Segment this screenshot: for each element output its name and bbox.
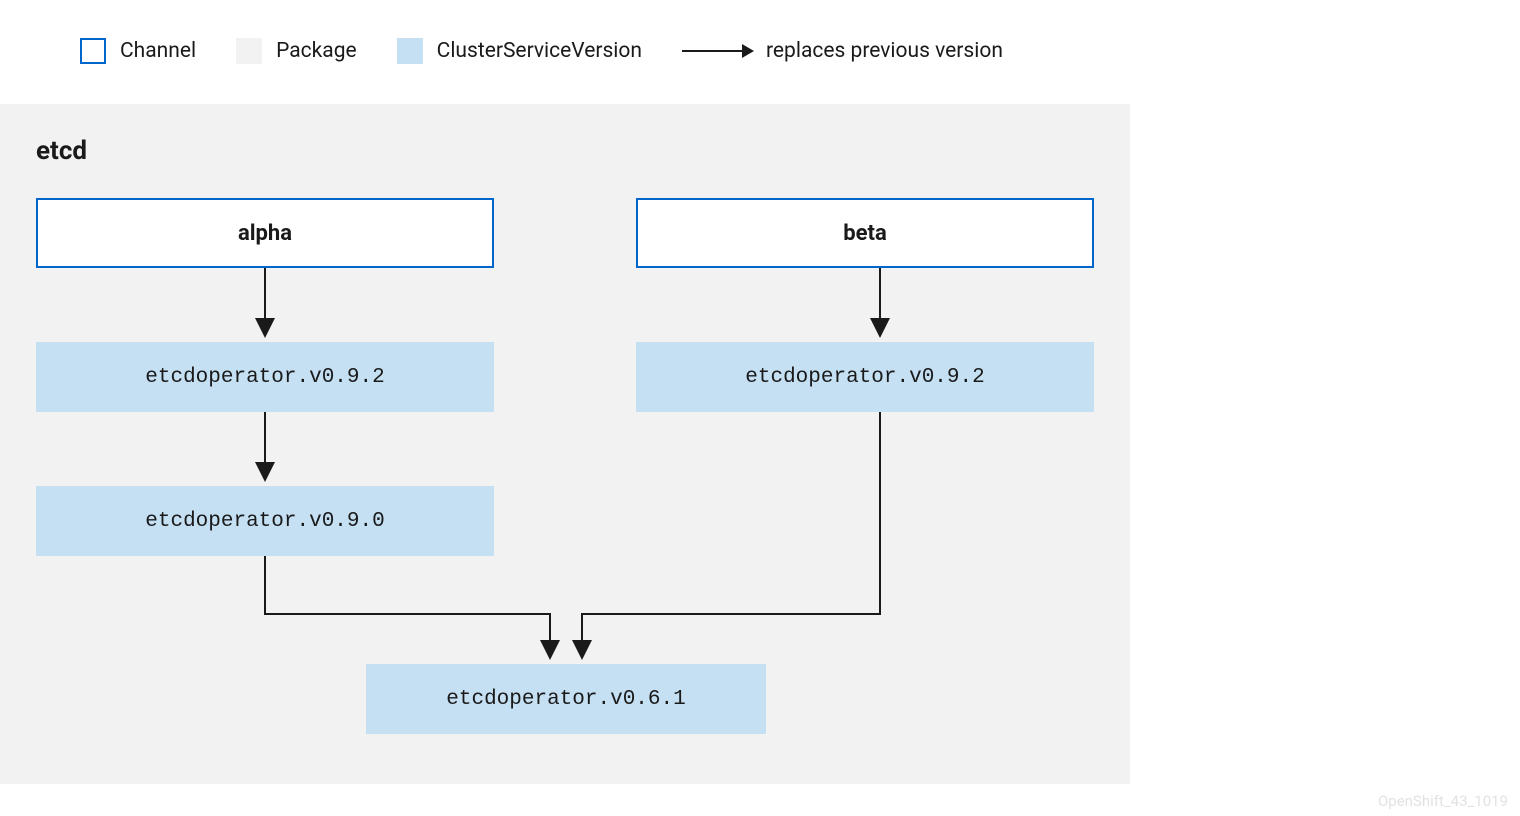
legend-label-csv: ClusterServiceVersion (437, 39, 642, 63)
watermark: OpenShift_43_1019 (1378, 792, 1508, 810)
legend-label-replaces: replaces previous version (766, 39, 1003, 63)
csv-alpha-2: etcdoperator.v0.9.0 (36, 486, 494, 556)
legend-item-replaces: replaces previous version (682, 39, 1003, 63)
channel-alpha: alpha (36, 198, 494, 268)
package-container: etcd alpha etcdoperator.v0.9.2 etcdopera… (0, 104, 1130, 784)
arrow-icon (682, 50, 752, 52)
csv-shared: etcdoperator.v0.6.1 (366, 664, 766, 734)
csv-alpha-2-label: etcdoperator.v0.9.0 (145, 510, 384, 533)
legend-item-csv: ClusterServiceVersion (397, 38, 642, 64)
channel-alpha-label: alpha (238, 221, 292, 246)
legend-item-package: Package (236, 38, 357, 64)
legend: Channel Package ClusterServiceVersion re… (0, 0, 1520, 64)
csv-alpha-1: etcdoperator.v0.9.2 (36, 342, 494, 412)
csv-shared-label: etcdoperator.v0.6.1 (446, 688, 685, 711)
channel-swatch (80, 38, 106, 64)
package-swatch (236, 38, 262, 64)
legend-item-channel: Channel (80, 38, 196, 64)
legend-label-channel: Channel (120, 39, 196, 63)
csv-alpha-1-label: etcdoperator.v0.9.2 (145, 366, 384, 389)
csv-beta-1: etcdoperator.v0.9.2 (636, 342, 1094, 412)
csv-swatch (397, 38, 423, 64)
package-title: etcd (36, 136, 1094, 166)
legend-label-package: Package (276, 39, 357, 63)
channel-beta: beta (636, 198, 1094, 268)
channel-beta-label: beta (843, 221, 886, 246)
csv-beta-1-label: etcdoperator.v0.9.2 (745, 366, 984, 389)
